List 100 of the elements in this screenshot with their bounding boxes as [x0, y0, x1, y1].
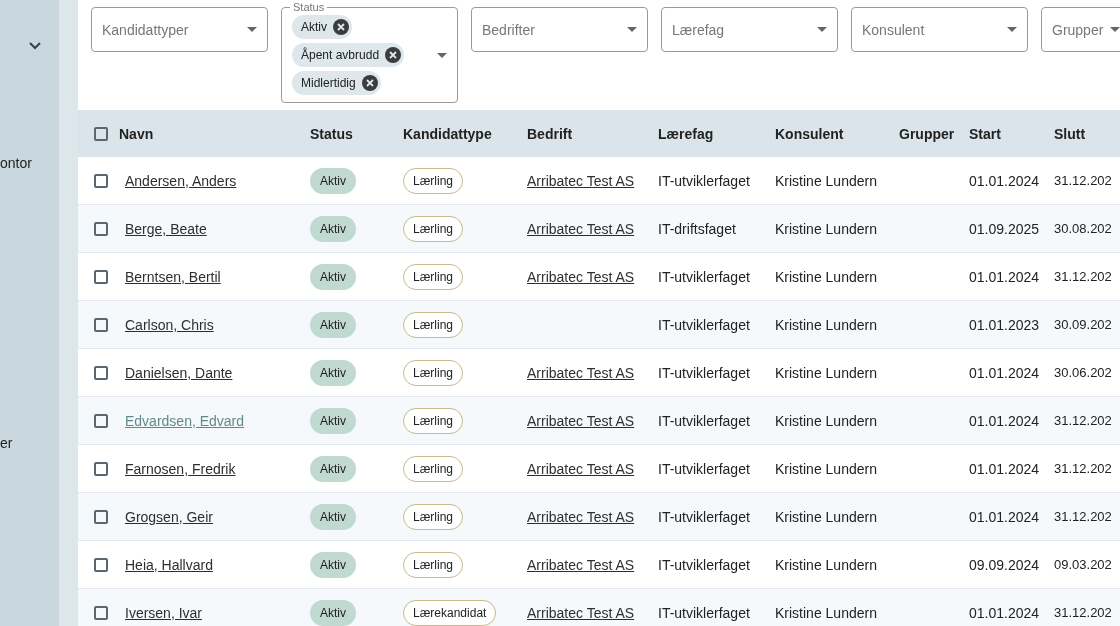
- table-cell: IT-utviklerfaget: [658, 460, 750, 477]
- table-cell: 30.08.202: [1054, 221, 1112, 236]
- remove-icon[interactable]: [333, 19, 349, 35]
- caret-down-icon: [437, 52, 447, 58]
- checkbox[interactable]: [94, 557, 108, 572]
- column-header[interactable]: Start: [969, 125, 1054, 142]
- status-badge: Aktiv: [310, 407, 356, 434]
- table-cell: 01.01.2024: [969, 460, 1040, 477]
- column-header[interactable]: Bedrift: [527, 125, 658, 142]
- table-cell: IT-utviklerfaget: [658, 268, 750, 285]
- status-chip[interactable]: Midlertidig: [292, 71, 381, 95]
- column-header[interactable]: Kandidattype: [403, 125, 527, 142]
- table-cell: Kristine Lundern: [775, 316, 877, 333]
- type-tag: Lærling: [403, 167, 464, 194]
- status-badge: Aktiv: [310, 359, 356, 386]
- caret-down-icon: [1007, 27, 1017, 32]
- table-cell: IT-utviklerfaget: [658, 364, 750, 381]
- status-chip[interactable]: Aktiv: [292, 15, 352, 39]
- status-badge: Aktiv: [310, 503, 356, 530]
- name-link[interactable]: Farnosen, Fredrik: [125, 460, 236, 477]
- column-header[interactable]: Konsulent: [775, 125, 899, 142]
- table-cell: 01.01.2024: [969, 172, 1040, 189]
- select-field[interactable]: Konsulent: [851, 7, 1028, 52]
- table-cell: 01.09.2025: [969, 220, 1040, 237]
- type-tag: Lærling: [403, 263, 464, 290]
- status-badge: Aktiv: [310, 311, 356, 338]
- table-cell: 31.12.202: [1054, 413, 1112, 428]
- column-header[interactable]: Navn: [119, 125, 310, 142]
- column-header[interactable]: Lærefag: [658, 125, 775, 142]
- checkbox[interactable]: [94, 365, 108, 380]
- table-cell: IT-utviklerfaget: [658, 508, 750, 525]
- table-cell: IT-utviklerfaget: [658, 172, 750, 189]
- caret-down-icon: [817, 27, 827, 32]
- select-field[interactable]: Grupper: [1041, 7, 1120, 52]
- sidebar-item[interactable]: er: [0, 435, 13, 451]
- table-cell: Kristine Lundern: [775, 268, 877, 285]
- table-cell: 01.01.2024: [969, 604, 1040, 621]
- table-cell: IT-utviklerfaget: [658, 412, 750, 429]
- select-field[interactable]: Bedrifter: [471, 7, 648, 52]
- column-header[interactable]: Status: [310, 125, 403, 142]
- name-link[interactable]: Andersen, Anders: [125, 172, 237, 189]
- company-link[interactable]: Arribatec Test AS: [527, 364, 635, 381]
- checkbox[interactable]: [94, 461, 108, 476]
- caret-down-icon: [247, 27, 257, 32]
- status-badge: Aktiv: [310, 599, 356, 626]
- type-tag: Lærling: [403, 359, 464, 386]
- column-header[interactable]: Grupper: [899, 125, 969, 142]
- table-cell: 31.12.202: [1054, 509, 1112, 524]
- table-cell: Kristine Lundern: [775, 412, 877, 429]
- name-link[interactable]: Iversen, Ivar: [125, 604, 203, 621]
- select-field[interactable]: Kandidattyper: [91, 7, 268, 52]
- name-link[interactable]: Berge, Beate: [125, 220, 207, 237]
- type-tag: Lærling: [403, 551, 464, 578]
- status-badge: Aktiv: [310, 455, 356, 482]
- table-cell: 01.01.2024: [969, 268, 1040, 285]
- table-cell: 09.03.202: [1054, 557, 1112, 572]
- company-link[interactable]: Arribatec Test AS: [527, 220, 635, 237]
- name-link[interactable]: Heia, Hallvard: [125, 556, 213, 573]
- name-link[interactable]: Danielsen, Dante: [125, 364, 233, 381]
- company-link[interactable]: Arribatec Test AS: [527, 604, 635, 621]
- name-link[interactable]: Edvardsen, Edvard: [125, 412, 245, 429]
- column-header[interactable]: Slutt: [1054, 125, 1120, 142]
- company-link[interactable]: Arribatec Test AS: [527, 556, 635, 573]
- name-link[interactable]: Grogsen, Geir: [125, 508, 213, 525]
- checkbox[interactable]: [94, 269, 108, 284]
- checkbox[interactable]: [94, 221, 108, 236]
- checkbox[interactable]: [94, 173, 108, 188]
- table-cell: 31.12.202: [1054, 173, 1112, 188]
- table-cell: 31.12.202: [1054, 461, 1112, 476]
- select-field[interactable]: Lærefag: [661, 7, 838, 52]
- checkbox[interactable]: [94, 413, 108, 428]
- caret-down-icon: [1110, 27, 1120, 32]
- company-link[interactable]: Arribatec Test AS: [527, 460, 635, 477]
- company-link[interactable]: Arribatec Test AS: [527, 508, 635, 525]
- table-cell: 01.01.2023: [969, 316, 1040, 333]
- table-cell: IT-utviklerfaget: [658, 556, 750, 573]
- checkbox[interactable]: [94, 509, 108, 524]
- status-badge: Aktiv: [310, 167, 356, 194]
- checkbox[interactable]: [94, 605, 108, 620]
- company-link[interactable]: Arribatec Test AS: [527, 268, 635, 285]
- company-link[interactable]: Arribatec Test AS: [527, 172, 635, 189]
- remove-icon[interactable]: [385, 47, 402, 63]
- table-cell: 31.12.202: [1054, 269, 1112, 284]
- table-cell: 01.01.2024: [969, 508, 1040, 525]
- sidebar-item[interactable]: ontor: [0, 155, 32, 171]
- company-link[interactable]: Arribatec Test AS: [527, 412, 635, 429]
- name-link[interactable]: Berntsen, Bertil: [125, 268, 221, 285]
- checkbox[interactable]: [94, 317, 108, 332]
- remove-icon[interactable]: [361, 75, 378, 91]
- type-tag: Lærekandidat: [403, 599, 497, 626]
- status-chip[interactable]: Åpent avbrudd: [292, 43, 405, 67]
- checkbox[interactable]: [94, 126, 108, 141]
- table-cell: Kristine Lundern: [775, 460, 877, 477]
- table-cell: 31.12.202: [1054, 605, 1112, 620]
- type-tag: Lærling: [403, 407, 464, 434]
- name-link[interactable]: Carlson, Chris: [125, 316, 214, 333]
- chevron-down-icon[interactable]: [29, 42, 41, 50]
- table-cell: Kristine Lundern: [775, 508, 877, 525]
- table-cell: Kristine Lundern: [775, 556, 877, 573]
- table-cell: 01.01.2024: [969, 412, 1040, 429]
